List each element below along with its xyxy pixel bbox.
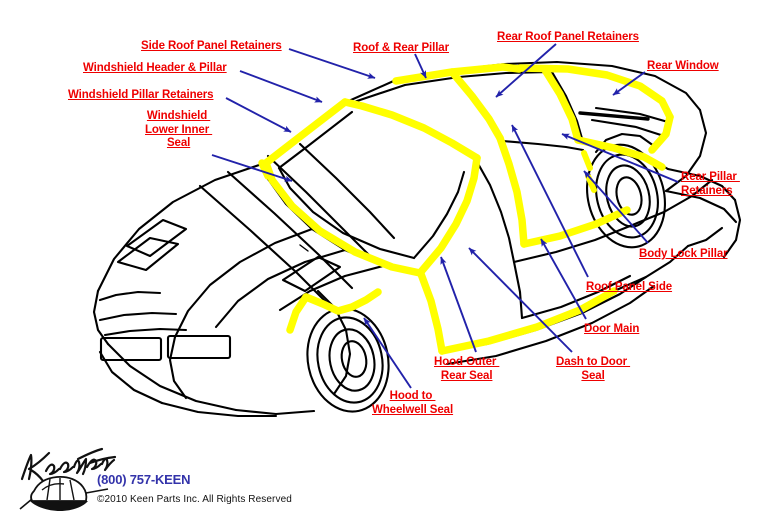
callout-label-windshield-pillar-retainers: Windshield Pillar Retainers [68, 89, 214, 103]
callout-label-line: Dash to Door [556, 356, 631, 368]
callout-label-line: Rear Window [647, 60, 719, 72]
callout-label-roof-rear-pillar: Roof & Rear Pillar [353, 42, 449, 56]
callout-label-line: Hood Outer [434, 356, 500, 368]
callout-label-windshield-header-pillar: Windshield Header & Pillar [83, 62, 227, 76]
callout-label-line: Side Roof Panel Retainers [141, 40, 282, 52]
diagram-page: Side Roof Panel Retainers Windshield Head… [0, 0, 770, 518]
callout-label-line: Seal [581, 369, 605, 382]
callout-label-line: Lower Inner [145, 123, 213, 136]
callout-label-rear-window: Rear Window [647, 60, 719, 74]
callout-label-rear-pillar-retainers: Rear Pillar Retainers [681, 171, 740, 198]
callout-label-line: Windshield Header & Pillar [83, 62, 227, 74]
callout-label-line: Roof Panel Side [586, 281, 673, 293]
callout-label-line: Rear Roof Panel Retainers [497, 31, 639, 43]
callout-label-line: Hood to [389, 390, 436, 402]
callout-label-line: Windshield Pillar Retainers [68, 89, 214, 101]
callout-label-door-main: Door Main [584, 323, 639, 337]
callout-label-line: Rear Seal [440, 369, 493, 382]
callout-label-line: Door Main [584, 323, 640, 335]
callout-label-line: Retainers [681, 184, 733, 197]
leader-arrow-windshield-pillar-retainers [225, 97, 292, 133]
callout-label-line: Windshield [146, 110, 211, 122]
callout-label-line: Body Lock Pillar [639, 248, 728, 260]
callout-label-hood-outer-rear-seal: Hood Outer Rear Seal [434, 356, 499, 383]
leader-arrow-dash-to-door-seal [468, 247, 573, 353]
callout-label-line: Roof & Rear Pillar [353, 42, 449, 54]
leader-arrow-hood-outer-rear-seal [440, 256, 477, 353]
callout-label-line: Rear Pillar [681, 171, 740, 183]
callout-label-rear-roof-panel-retainers: Rear Roof Panel Retainers [497, 31, 639, 45]
callout-label-body-lock-pillar: Body Lock Pillar [639, 248, 728, 262]
callout-label-line: Wheelwell Seal [372, 403, 454, 416]
callout-label-side-roof-panel-retainers: Side Roof Panel Retainers [141, 40, 282, 54]
callout-label-roof-panel-side: Roof Panel Side [586, 281, 672, 295]
phone-number: (800) 757-KEEN [97, 472, 191, 487]
callout-label-line: Seal [166, 137, 191, 149]
copyright-notice: ©2010 Keen Parts Inc. All Rights Reserve… [97, 494, 292, 505]
callout-label-hood-to-wheelwell-seal: Hood to Wheelwell Seal [372, 390, 453, 417]
callout-label-windshield-lower-inner-seal: Windshield Lower Inner Seal [145, 110, 212, 151]
leader-arrow-windshield-header-pillar [239, 70, 323, 103]
callout-label-dash-to-door-seal: Dash to Door Seal [556, 356, 630, 383]
